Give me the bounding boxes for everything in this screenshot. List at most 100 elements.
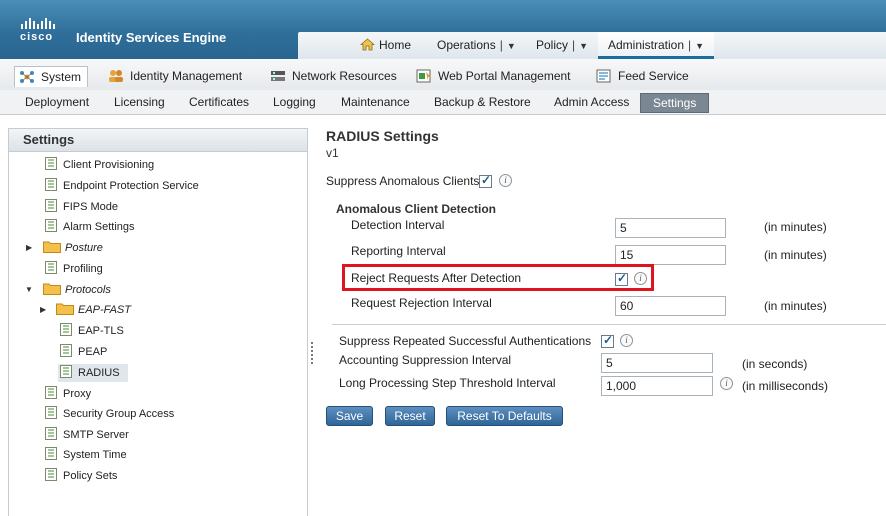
tab-deployment[interactable]: Deployment bbox=[25, 90, 89, 114]
panel-splitter[interactable] bbox=[308, 114, 318, 515]
tree-item-label: Protocols bbox=[65, 284, 111, 296]
tree-item-label: Security Group Access bbox=[63, 408, 175, 420]
tree-item-label: SMTP Server bbox=[63, 429, 129, 441]
long-processing-input[interactable]: 1,000 bbox=[601, 376, 713, 396]
nav-administration[interactable]: Administration | ▼ bbox=[598, 32, 715, 59]
tab-system-label: System bbox=[41, 70, 82, 84]
request-rejection-interval-input[interactable]: 60 bbox=[615, 296, 726, 316]
document-icon bbox=[45, 427, 57, 440]
tab-licensing[interactable]: Licensing bbox=[114, 90, 165, 114]
home-icon bbox=[360, 38, 375, 51]
document-icon bbox=[45, 219, 57, 232]
suppress-anomalous-label: Suppress Anomalous Clients bbox=[326, 174, 480, 188]
nav-administration-label: Administration bbox=[608, 38, 685, 52]
info-icon[interactable]: i bbox=[720, 377, 733, 390]
accounting-suppression-input[interactable]: 5 bbox=[601, 353, 713, 373]
tree-item-smtp-server[interactable]: SMTP Server bbox=[45, 426, 129, 444]
tree-item-eap-tls[interactable]: EAP-TLS bbox=[60, 322, 124, 340]
checkmark-icon: ✓ bbox=[603, 333, 614, 347]
tree-item-endpoint-protection[interactable]: Endpoint Protection Service bbox=[45, 177, 199, 195]
tab-feed-service[interactable]: Feed Service bbox=[592, 66, 695, 86]
tree-item-radius[interactable]: RADIUS bbox=[58, 364, 128, 382]
tab-logging[interactable]: Logging bbox=[273, 90, 316, 114]
expand-down-icon[interactable]: ▼ bbox=[25, 285, 33, 294]
tree-item-protocols[interactable]: Protocols bbox=[43, 281, 111, 299]
tab-backup-restore[interactable]: Backup & Restore bbox=[434, 90, 531, 114]
anomalous-section-heading: Anomalous Client Detection bbox=[336, 202, 497, 216]
drag-handle-icon bbox=[311, 342, 316, 364]
nav-policy[interactable]: Policy | ▼ bbox=[536, 32, 588, 59]
tab-identity-management[interactable]: Identity Management bbox=[104, 66, 248, 86]
info-icon[interactable]: i bbox=[499, 174, 512, 187]
reporting-interval-input[interactable]: 15 bbox=[615, 245, 726, 265]
suppress-repeated-checkbox[interactable]: ✓ bbox=[601, 333, 614, 348]
tab-network-resources[interactable]: Network Resources bbox=[266, 66, 403, 86]
accounting-suppression-unit: (in seconds) bbox=[742, 357, 808, 371]
reset-button[interactable]: Reset bbox=[385, 406, 435, 426]
suppress-repeated-label: Suppress Repeated Successful Authenticat… bbox=[339, 334, 592, 348]
settings-tree-panel: Settings Client Provisioning Endpoint Pr… bbox=[8, 128, 308, 516]
detection-interval-input[interactable]: 5 bbox=[615, 218, 726, 238]
folder-icon bbox=[43, 283, 61, 295]
nav-operations-label: Operations bbox=[437, 38, 496, 52]
document-icon bbox=[45, 386, 57, 399]
folder-icon bbox=[43, 241, 61, 253]
cisco-logo-text: cisco bbox=[20, 31, 54, 43]
tab-certificates[interactable]: Certificates bbox=[189, 90, 249, 114]
tree-item-peap[interactable]: PEAP bbox=[60, 343, 107, 361]
tab-web-portal-management-label: Web Portal Management bbox=[438, 69, 571, 83]
page-subtitle: v1 bbox=[326, 146, 339, 160]
long-processing-unit: (in milliseconds) bbox=[742, 379, 829, 393]
tab-admin-access[interactable]: Admin Access bbox=[554, 90, 629, 114]
tab-web-portal-management[interactable]: Web Portal Management bbox=[412, 66, 577, 86]
tree-item-profiling[interactable]: Profiling bbox=[45, 260, 103, 278]
reset-to-defaults-button[interactable]: Reset To Defaults bbox=[446, 406, 563, 426]
tab-system[interactable]: System bbox=[14, 66, 89, 87]
nav-operations[interactable]: Operations | ▼ bbox=[437, 32, 516, 59]
expand-right-icon[interactable]: ▶ bbox=[40, 305, 46, 314]
reject-requests-checkbox[interactable]: ✓ bbox=[615, 271, 628, 286]
detection-interval-unit: (in minutes) bbox=[764, 220, 827, 234]
info-icon[interactable]: i bbox=[634, 272, 647, 285]
tab-network-resources-label: Network Resources bbox=[292, 69, 397, 83]
tree-item-system-time[interactable]: System Time bbox=[45, 446, 127, 464]
info-icon[interactable]: i bbox=[620, 334, 633, 347]
detection-interval-label: Detection Interval bbox=[351, 218, 445, 232]
chevron-down-icon: ▼ bbox=[695, 41, 705, 51]
tree-item-client-provisioning[interactable]: Client Provisioning bbox=[45, 156, 154, 174]
network-icon bbox=[271, 71, 285, 81]
app-header: cisco Identity Services Engine Home Oper… bbox=[0, 0, 886, 59]
suppress-anomalous-checkbox[interactable]: ✓ bbox=[479, 173, 492, 188]
tree-item-label: Policy Sets bbox=[63, 470, 118, 482]
reporting-interval-unit: (in minutes) bbox=[764, 248, 827, 262]
tree-item-alarm-settings[interactable]: Alarm Settings bbox=[45, 218, 135, 236]
document-icon bbox=[45, 406, 57, 419]
chevron-down-icon: ▼ bbox=[506, 41, 516, 51]
nav-home[interactable]: Home bbox=[360, 32, 411, 59]
folder-icon bbox=[56, 303, 74, 315]
tab-settings[interactable]: Settings bbox=[640, 93, 710, 113]
nav-home-label: Home bbox=[379, 38, 412, 52]
document-icon bbox=[60, 344, 72, 357]
admin-subnav: System Identity Management Network Resou… bbox=[0, 59, 886, 91]
reporting-interval-label: Reporting Interval bbox=[351, 244, 446, 258]
tree-item-label: System Time bbox=[63, 449, 127, 461]
tree-item-proxy[interactable]: Proxy bbox=[45, 385, 91, 403]
tree-item-eap-fast[interactable]: EAP-FAST bbox=[56, 301, 131, 319]
radius-settings-panel: RADIUS Settings v1 Suppress Anomalous Cl… bbox=[318, 114, 886, 515]
settings-tree-title: Settings bbox=[9, 129, 307, 152]
tree-item-label: Profiling bbox=[63, 263, 103, 275]
tree-item-label: EAP-TLS bbox=[78, 325, 124, 337]
tab-feed-service-label: Feed Service bbox=[618, 69, 689, 83]
section-divider bbox=[332, 324, 886, 325]
tree-item-posture[interactable]: Posture bbox=[43, 239, 103, 257]
save-button[interactable]: Save bbox=[326, 406, 373, 426]
tree-item-policy-sets[interactable]: Policy Sets bbox=[45, 467, 117, 485]
chevron-down-icon: ▼ bbox=[579, 41, 589, 51]
checkmark-icon: ✓ bbox=[481, 173, 492, 187]
tree-item-fips-mode[interactable]: FIPS Mode bbox=[45, 198, 118, 216]
expand-right-icon[interactable]: ▶ bbox=[26, 243, 32, 252]
tree-item-security-group-access[interactable]: Security Group Access bbox=[45, 405, 174, 423]
tab-maintenance[interactable]: Maintenance bbox=[341, 90, 410, 114]
tree-item-label: RADIUS bbox=[78, 367, 120, 379]
